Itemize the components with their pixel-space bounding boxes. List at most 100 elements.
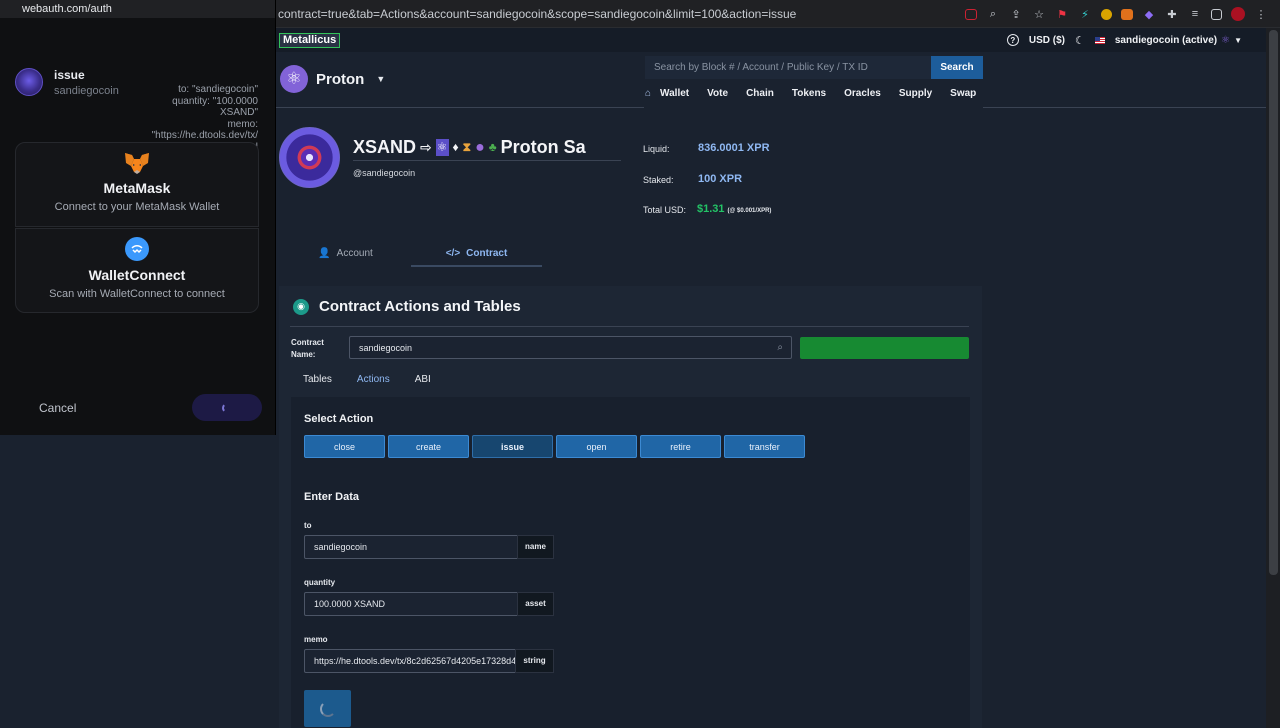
search-button[interactable]: Search <box>931 56 983 79</box>
total-usd-amount: $1.31 <box>697 203 725 215</box>
explorer-page: Metallicus ? USD ($) ☾ sandiegocoin (act… <box>276 28 1266 728</box>
brand-selector[interactable]: ⚛ Proton ▼ <box>280 65 385 93</box>
contract-title-text: Contract Actions and Tables <box>319 298 521 315</box>
staked-label: Staked: <box>643 175 674 185</box>
tab-account[interactable]: 👤 Account <box>280 242 411 267</box>
diamond-emoji-icon: ♦ <box>452 140 459 154</box>
contract-title: ◉ Contract Actions and Tables <box>293 298 521 315</box>
field-label-to: to <box>304 521 312 530</box>
contract-subtabs: Tables Actions ABI <box>303 374 431 385</box>
select-action-heading: Select Action <box>304 413 374 425</box>
walletconnect-icon <box>125 237 149 261</box>
cast-icon[interactable] <box>965 8 977 20</box>
divider <box>276 107 644 108</box>
search-icon: ⌕ <box>777 342 783 353</box>
palm-tree-emoji-icon: ♣ <box>488 140 497 154</box>
share-icon[interactable]: ⇪ <box>1009 7 1023 21</box>
action-retire-button[interactable]: retire <box>640 435 721 458</box>
zoom-icon[interactable]: ⌕ <box>986 7 1000 21</box>
extension-purple-icon[interactable]: ◆ <box>1142 7 1156 21</box>
account-name-suffix: Proton Sa <box>500 137 586 157</box>
scrollbar-thumb[interactable] <box>1269 30 1278 575</box>
walletconnect-option[interactable]: WalletConnect Scan with WalletConnect to… <box>15 228 259 313</box>
total-usd-value: $1.31 (@ $0.001/XPR) <box>697 203 771 215</box>
nav-item-vote[interactable]: Vote <box>698 88 737 99</box>
field-label-memo: memo <box>304 635 328 644</box>
user-account-label: sandiegocoin (active) <box>1114 34 1218 46</box>
contract-name-value: sandiegocoin <box>359 343 413 353</box>
action-open-button[interactable]: open <box>556 435 637 458</box>
network-badge[interactable]: Metallicus <box>279 32 341 48</box>
proton-logo-icon: ⚛ <box>280 65 308 93</box>
action-transfer-button[interactable]: transfer <box>724 435 805 458</box>
action-create-button[interactable]: create <box>388 435 469 458</box>
extensions-puzzle-icon[interactable]: ✚ <box>1165 7 1179 21</box>
currency-selector[interactable]: USD ($) <box>1029 35 1065 46</box>
loading-spinner-icon <box>319 700 336 717</box>
extension-yellow-icon[interactable] <box>1101 8 1112 20</box>
divider <box>353 160 621 161</box>
contract-go-button[interactable] <box>800 337 969 359</box>
field-memo-type: string <box>515 649 554 673</box>
contract-name-input[interactable]: sandiegocoin ⌕ <box>349 336 792 359</box>
nav-item-tokens[interactable]: Tokens <box>783 88 835 99</box>
loading-spinner-icon <box>222 402 232 413</box>
contract-name-label-line1: Contract <box>291 338 324 347</box>
subtab-abi[interactable]: ABI <box>415 374 431 385</box>
action-close-button[interactable]: close <box>304 435 385 458</box>
field-label-quantity: quantity <box>304 578 336 587</box>
nav-item-supply[interactable]: Supply <box>890 88 941 99</box>
topbar-right: ? USD ($) ☾ sandiegocoin (active) ⚛ ▼ <box>1006 34 1242 47</box>
actions-panel: Select Action close create issue open re… <box>291 397 970 728</box>
search-input[interactable] <box>645 56 931 79</box>
browser-menu-icon[interactable]: ⋮ <box>1254 7 1268 21</box>
code-icon: </> <box>445 248 461 259</box>
extension-teal-icon[interactable]: ⚡ <box>1078 7 1092 21</box>
account-name-text: XSAND <box>353 137 417 157</box>
profile-avatar-icon[interactable] <box>1231 7 1245 21</box>
nav-item-swap[interactable]: Swap <box>941 88 985 99</box>
help-icon[interactable]: ? <box>1006 34 1019 46</box>
subtab-tables[interactable]: Tables <box>303 374 332 385</box>
network-bar: Metallicus ? USD ($) ☾ sandiegocoin (act… <box>276 28 1266 52</box>
tab-contract[interactable]: </> Contract <box>411 242 542 267</box>
atom-emoji-icon: ⚛ <box>435 139 449 156</box>
divider <box>983 107 1266 108</box>
approve-button[interactable] <box>192 394 262 421</box>
browser-toolbar: contract=true&tab=Actions&account=sandie… <box>276 0 1280 28</box>
usd-rate: (@ $0.001/XPR) <box>727 208 772 214</box>
arrow-emoji-icon: ⇨ <box>420 139 432 155</box>
nav-item-oracles[interactable]: Oracles <box>835 88 890 99</box>
dark-mode-icon[interactable]: ☾ <box>1075 34 1085 47</box>
walletconnect-desc: Scan with WalletConnect to connect <box>49 288 225 300</box>
liquid-value: 836.0001 XPR <box>698 142 770 154</box>
extension-red-icon[interactable]: ⚑ <box>1055 7 1069 21</box>
field-to-type: name <box>517 535 554 559</box>
address-bar[interactable]: contract=true&tab=Actions&account=sandie… <box>276 7 956 21</box>
chevron-down-icon: ▼ <box>1234 35 1242 45</box>
account-name: XSAND ⇨ ⚛ ♦ ⧗ ● ♣ Proton Sa <box>353 137 621 158</box>
tab-account-label: Account <box>336 248 373 259</box>
subtab-actions[interactable]: Actions <box>357 374 390 385</box>
cancel-button[interactable]: Cancel <box>39 401 76 415</box>
popup-url: webauth.com/auth <box>0 0 275 18</box>
field-quantity-type: asset <box>517 592 554 616</box>
side-panel-icon[interactable] <box>1211 8 1222 20</box>
nav-item-wallet[interactable]: Wallet <box>651 88 698 99</box>
main-nav: ⌂ Wallet Vote Chain Tokens Oracles Suppl… <box>645 79 983 107</box>
metamask-option[interactable]: MetaMask Connect to your MetaMask Wallet <box>15 142 259 227</box>
submit-button[interactable] <box>304 690 351 727</box>
metamask-desc: Connect to your MetaMask Wallet <box>54 201 220 213</box>
nav-item-chain[interactable]: Chain <box>737 88 783 99</box>
metamask-name: MetaMask <box>103 180 171 196</box>
user-account-menu[interactable]: sandiegocoin (active) ⚛ ▼ <box>1115 35 1242 46</box>
total-usd-label: Total USD: <box>643 205 687 215</box>
extension-orange-icon[interactable] <box>1121 8 1133 20</box>
proton-atom-icon: ⚛ <box>1221 34 1231 46</box>
divider <box>290 326 969 327</box>
reading-list-icon[interactable]: ≡ <box>1188 7 1202 21</box>
bookmark-star-icon[interactable]: ☆ <box>1032 7 1046 21</box>
account-tabs: 👤 Account </> Contract <box>280 242 546 267</box>
us-flag-icon[interactable] <box>1094 36 1105 44</box>
action-issue-button[interactable]: issue <box>472 435 553 458</box>
